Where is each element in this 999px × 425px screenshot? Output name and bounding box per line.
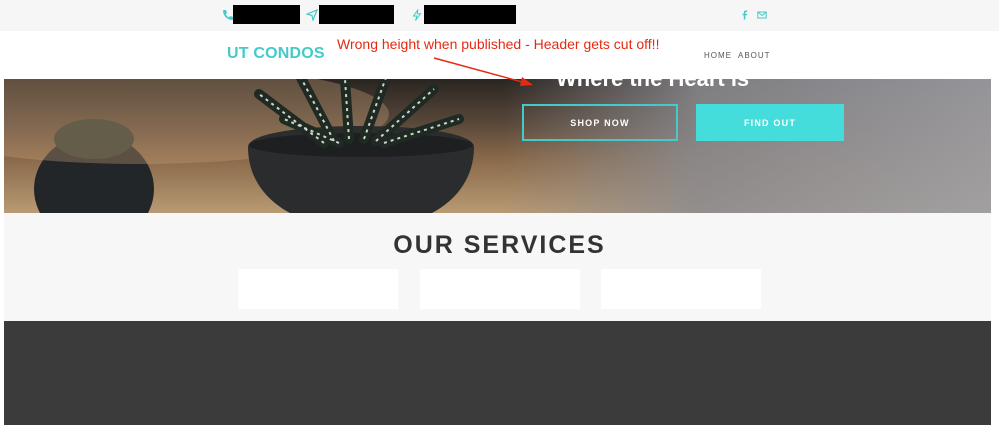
redacted-address (424, 5, 516, 24)
annotation-text: Wrong height when published - Header get… (337, 36, 660, 52)
mail-icon[interactable] (757, 10, 767, 20)
service-card[interactable] (420, 269, 580, 309)
dark-section (4, 321, 991, 425)
page-edge (991, 79, 999, 425)
facebook-icon[interactable] (740, 10, 750, 20)
shop-now-button[interactable]: SHOP NOW (522, 104, 678, 141)
site-logo[interactable]: UT CONDOS (227, 45, 325, 63)
find-out-button[interactable]: FIND OUT (696, 104, 844, 141)
service-card[interactable] (238, 269, 398, 309)
service-card[interactable] (601, 269, 761, 309)
services-title: OUR SERVICES (393, 231, 606, 259)
annotation-arrow-icon (433, 57, 533, 86)
top-info-bar (0, 0, 999, 31)
page: Where the Heart is UT CONDOS HOME ABOUT … (0, 0, 999, 425)
redacted-phone (233, 5, 300, 24)
hero-overlay (504, 79, 991, 213)
bolt-icon (412, 9, 422, 21)
hero-section (4, 79, 991, 213)
nav-about-link[interactable]: ABOUT (738, 51, 771, 60)
paper-plane-icon (306, 9, 318, 21)
nav-home-link[interactable]: HOME (704, 51, 732, 60)
hero-plant-photo (4, 79, 474, 213)
redacted-email (319, 5, 394, 24)
